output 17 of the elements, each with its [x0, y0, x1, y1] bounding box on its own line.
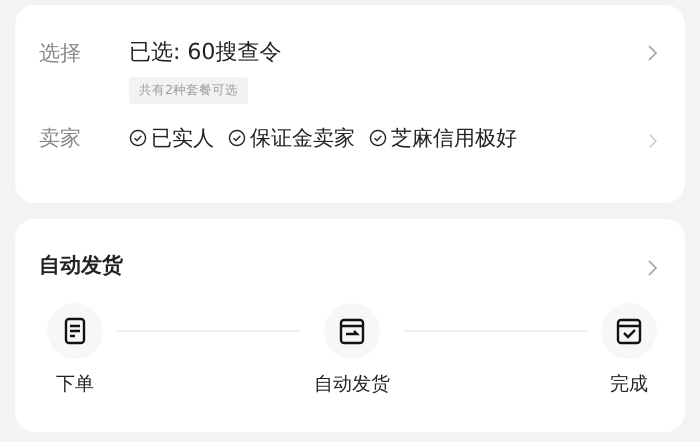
- section-title: 自动发货: [39, 252, 123, 279]
- check-circle-icon: [369, 129, 387, 147]
- check-circle-icon: [228, 129, 246, 147]
- selected-option: 已选: 60搜查令: [129, 39, 282, 67]
- chevron-right-icon[interactable]: [648, 132, 657, 148]
- step-label: 下单: [56, 372, 94, 397]
- row-label: 选择: [39, 40, 82, 67]
- seller-credential-label: 芝麻信用极好: [391, 125, 517, 152]
- chevron-right-icon[interactable]: [647, 258, 657, 276]
- check-circle-icon: [129, 129, 147, 147]
- option-hint-tag: 共有2种套餐可选: [129, 77, 248, 104]
- row-label: 卖家: [39, 125, 82, 152]
- seller-credential-label: 保证金卖家: [250, 125, 355, 152]
- step-label: 完成: [610, 372, 648, 397]
- seller-credential-label: 已实人: [151, 125, 214, 152]
- chevron-right-icon[interactable]: [647, 44, 657, 62]
- step-label: 自动发货: [314, 372, 390, 397]
